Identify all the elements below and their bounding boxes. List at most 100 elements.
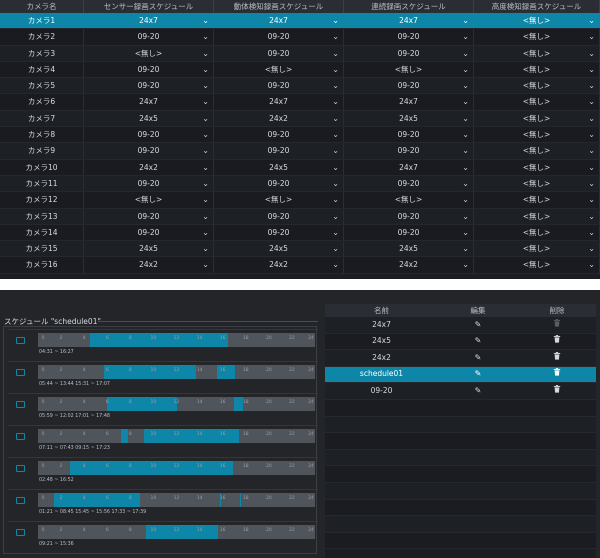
chevron-down-icon[interactable]: ⌄ <box>588 78 595 94</box>
chevron-down-icon[interactable]: ⌄ <box>462 62 469 78</box>
advanced-schedule-select[interactable]: <無し> ⌄ <box>474 241 600 257</box>
chevron-down-icon[interactable]: ⌄ <box>202 46 209 62</box>
copy-day-icon[interactable] <box>16 433 25 440</box>
table-row[interactable]: カメラ12 <無し> ⌄ <無し> ⌄ <無し> ⌄ <無し> ⌄ <box>0 192 600 209</box>
table-row[interactable]: カメラ9 09-20 ⌄ 09-20 ⌄ 09-20 ⌄ <無し> ⌄ <box>0 143 600 160</box>
advanced-schedule-select[interactable]: <無し> ⌄ <box>474 143 600 159</box>
chevron-down-icon[interactable]: ⌄ <box>202 176 209 192</box>
advanced-schedule-select[interactable]: <無し> ⌄ <box>474 257 600 273</box>
chevron-down-icon[interactable]: ⌄ <box>462 111 469 127</box>
continuous-schedule-select[interactable]: 09-20 ⌄ <box>344 127 474 143</box>
edit-button[interactable]: ✎ <box>438 383 518 400</box>
copy-day-icon[interactable] <box>16 369 25 376</box>
advanced-schedule-select[interactable]: <無し> ⌄ <box>474 175 600 192</box>
copy-day-icon[interactable] <box>16 337 25 344</box>
timeline-bar[interactable]: 0 2 4 6 8 10 12 14 16 18 20 22 24 <box>38 365 315 379</box>
chevron-down-icon[interactable]: ⌄ <box>462 13 469 29</box>
motion-schedule-select[interactable]: 24x7 ⌄ <box>214 94 344 110</box>
chevron-down-icon[interactable]: ⌄ <box>462 160 469 176</box>
timeline-bar[interactable]: 0 2 4 6 8 10 12 14 16 18 20 22 24 <box>38 397 315 411</box>
edit-button[interactable]: ✎ <box>438 333 518 350</box>
table-row[interactable]: カメラ5 09-20 ⌄ 09-20 ⌄ 09-20 ⌄ <無し> ⌄ <box>0 78 600 95</box>
chevron-down-icon[interactable]: ⌄ <box>462 127 469 143</box>
advanced-schedule-select[interactable]: <無し> ⌄ <box>474 159 600 176</box>
chevron-down-icon[interactable]: ⌄ <box>588 241 595 257</box>
advanced-schedule-select[interactable]: <無し> ⌄ <box>474 94 600 110</box>
chevron-down-icon[interactable]: ⌄ <box>462 241 469 257</box>
advanced-schedule-select[interactable]: <無し> ⌄ <box>474 127 600 143</box>
chevron-down-icon[interactable]: ⌄ <box>332 13 339 29</box>
delete-button[interactable] <box>518 366 596 383</box>
motion-schedule-select[interactable]: 24x5 ⌄ <box>214 241 344 257</box>
continuous-schedule-select[interactable]: 24x5 ⌄ <box>344 241 474 257</box>
list-item[interactable]: 24x5 ✎ <box>325 333 596 351</box>
sensor-schedule-select[interactable]: 24x2 ⌄ <box>84 159 214 176</box>
trash-icon[interactable] <box>553 350 561 367</box>
sensor-schedule-select[interactable]: 09-20 ⌄ <box>84 29 214 45</box>
sensor-schedule-select[interactable]: 09-20 ⌄ <box>84 127 214 143</box>
motion-schedule-select[interactable]: 09-20 ⌄ <box>214 78 344 94</box>
sensor-schedule-select[interactable]: <無し> ⌄ <box>84 45 214 62</box>
chevron-down-icon[interactable]: ⌄ <box>332 127 339 143</box>
pencil-icon[interactable]: ✎ <box>475 366 482 383</box>
copy-day-icon[interactable] <box>16 401 25 408</box>
list-item[interactable]: 24x7 ✎ <box>325 317 596 334</box>
chevron-down-icon[interactable]: ⌄ <box>588 160 595 176</box>
chevron-down-icon[interactable]: ⌄ <box>332 241 339 257</box>
chevron-down-icon[interactable]: ⌄ <box>202 62 209 78</box>
motion-schedule-select[interactable]: <無し> ⌄ <box>214 192 344 208</box>
sensor-schedule-select[interactable]: 09-20 ⌄ <box>84 78 214 94</box>
chevron-down-icon[interactable]: ⌄ <box>462 209 469 225</box>
continuous-schedule-select[interactable]: 24x7 ⌄ <box>344 94 474 110</box>
advanced-schedule-select[interactable]: <無し> ⌄ <box>474 224 600 241</box>
chevron-down-icon[interactable]: ⌄ <box>202 160 209 176</box>
chevron-down-icon[interactable]: ⌄ <box>462 225 469 241</box>
chevron-down-icon[interactable]: ⌄ <box>588 94 595 110</box>
chevron-down-icon[interactable]: ⌄ <box>332 209 339 225</box>
delete-button[interactable] <box>518 333 596 350</box>
chevron-down-icon[interactable]: ⌄ <box>202 127 209 143</box>
chevron-down-icon[interactable]: ⌄ <box>588 192 595 208</box>
sensor-schedule-select[interactable]: 24x5 ⌄ <box>84 241 214 257</box>
chevron-down-icon[interactable]: ⌄ <box>588 257 595 273</box>
chevron-down-icon[interactable]: ⌄ <box>202 111 209 127</box>
table-row[interactable]: カメラ13 09-20 ⌄ 09-20 ⌄ 09-20 ⌄ <無し> ⌄ <box>0 208 600 225</box>
table-row[interactable]: カメラ15 24x5 ⌄ 24x5 ⌄ 24x5 ⌄ <無し> ⌄ <box>0 241 600 258</box>
sensor-schedule-select[interactable]: 24x7 ⌄ <box>84 94 214 110</box>
chevron-down-icon[interactable]: ⌄ <box>332 257 339 273</box>
chevron-down-icon[interactable]: ⌄ <box>332 78 339 94</box>
continuous-schedule-select[interactable]: 09-20 ⌄ <box>344 143 474 159</box>
chevron-down-icon[interactable]: ⌄ <box>588 13 595 29</box>
advanced-schedule-select[interactable]: <無し> ⌄ <box>474 110 600 127</box>
pencil-icon[interactable]: ✎ <box>475 350 482 367</box>
chevron-down-icon[interactable]: ⌄ <box>332 176 339 192</box>
table-row[interactable]: カメラ7 24x5 ⌄ 24x2 ⌄ 24x5 ⌄ <無し> ⌄ <box>0 110 600 128</box>
chevron-down-icon[interactable]: ⌄ <box>202 257 209 273</box>
timeline-bar[interactable]: 0 2 4 6 8 10 12 14 16 18 20 22 24 <box>38 525 315 539</box>
table-row[interactable]: カメラ16 24x2 ⌄ 24x2 ⌄ 24x2 ⌄ <無し> ⌄ <box>0 257 600 274</box>
sensor-schedule-select[interactable]: <無し> ⌄ <box>84 192 214 208</box>
chevron-down-icon[interactable]: ⌄ <box>462 46 469 62</box>
chevron-down-icon[interactable]: ⌄ <box>462 192 469 208</box>
timeline-bar[interactable]: 0 2 4 6 8 10 12 14 16 18 20 22 24 <box>38 333 315 347</box>
sensor-schedule-select[interactable]: 09-20 ⌄ <box>84 61 214 78</box>
edit-button[interactable]: ✎ <box>438 317 518 334</box>
chevron-down-icon[interactable]: ⌄ <box>588 29 595 45</box>
table-row[interactable]: カメラ1 24x7 ⌄ 24x7 ⌄ 24x7 ⌄ <無し> ⌄ <box>0 13 600 30</box>
motion-schedule-select[interactable]: <無し> ⌄ <box>214 61 344 78</box>
copy-day-icon[interactable] <box>16 497 25 504</box>
chevron-down-icon[interactable]: ⌄ <box>332 160 339 176</box>
chevron-down-icon[interactable]: ⌄ <box>462 78 469 94</box>
chevron-down-icon[interactable]: ⌄ <box>462 29 469 45</box>
continuous-schedule-select[interactable]: 09-20 ⌄ <box>344 224 474 241</box>
chevron-down-icon[interactable]: ⌄ <box>202 192 209 208</box>
chevron-down-icon[interactable]: ⌄ <box>588 143 595 159</box>
motion-schedule-select[interactable]: 09-20 ⌄ <box>214 45 344 61</box>
chevron-down-icon[interactable]: ⌄ <box>202 143 209 159</box>
motion-schedule-select[interactable]: 09-20 ⌄ <box>214 175 344 192</box>
sensor-schedule-select[interactable]: 24x7 ⌄ <box>84 13 214 29</box>
chevron-down-icon[interactable]: ⌄ <box>588 176 595 192</box>
motion-schedule-select[interactable]: 09-20 ⌄ <box>214 29 344 45</box>
continuous-schedule-select[interactable]: 09-20 ⌄ <box>344 45 474 62</box>
continuous-schedule-select[interactable]: 09-20 ⌄ <box>344 78 474 94</box>
